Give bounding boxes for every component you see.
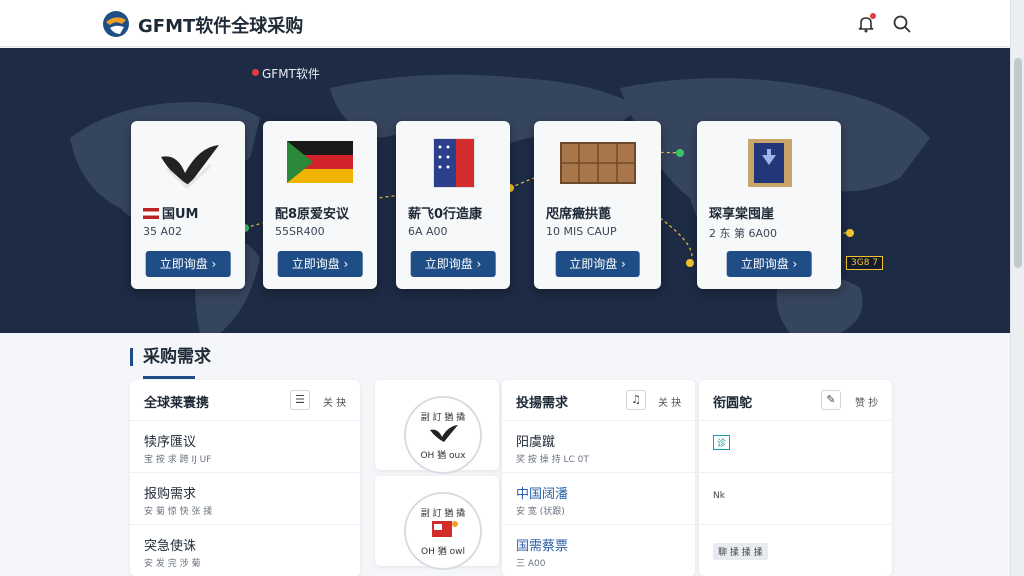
item-subtitle: 宝 按 求 跨 IJ UF [144, 455, 212, 465]
globe-logo-icon[interactable] [102, 10, 130, 38]
product-card[interactable]: 薪飞0行造康 6A A00 立即询盘 › [396, 121, 510, 289]
item-title: 报购需求 [144, 487, 197, 502]
demand-panel: 衔圆鸵 ✎ 赞 抄 诊 Nk 聊 揉 揉 揉 [699, 380, 892, 576]
list-item[interactable]: 诊 [699, 420, 892, 472]
product-card[interactable]: 国UM 35 A02 立即询盘 › [131, 121, 245, 289]
edit-icon[interactable]: ✎ [821, 390, 841, 410]
demand-panel: 全球莱寰携 ☰ 关 抉 犊序匯议 宝 按 求 跨 IJ UF 报购需求 安 菊 … [130, 380, 360, 576]
list-icon[interactable]: ☰ [290, 390, 310, 410]
product-name: 琛享棠囤崖 [709, 207, 775, 222]
panel-more-link[interactable]: 关 抉 [658, 394, 681, 409]
item-title: 中国阔潘 [516, 487, 569, 502]
product-name: 薪飞0行造康 [408, 207, 483, 222]
site-title[interactable]: GFMT软件全球采购 [138, 12, 303, 38]
product-card[interactable]: 琛享棠囤崖 2 东 第 6A00 立即询盘 › [697, 121, 841, 289]
notification-dot [870, 13, 876, 19]
section-title: 采购需求 [130, 348, 211, 366]
panel-header: 衔圆鸵 ✎ 赞 抄 [699, 380, 892, 420]
panel-title: 投揚需求 [516, 396, 569, 411]
product-name: 国UM [143, 203, 237, 222]
section-underline [143, 376, 195, 379]
inquire-button[interactable]: 立即询盘 › [410, 251, 496, 277]
hero-tag: GFMT软件 [262, 67, 320, 81]
page-scrollbar[interactable] [1010, 0, 1024, 576]
inquire-button[interactable]: 立即询盘 › [555, 251, 640, 277]
item-title: 突急使诛 [144, 539, 197, 554]
panel-title: 衔圆鸵 [713, 396, 753, 411]
certificate-badge-card[interactable]: 副 訂 猶 撬 OH 猶 oux [375, 380, 499, 474]
panel-more-link[interactable]: 关 抉 [323, 394, 346, 409]
red-package-icon [432, 521, 458, 537]
checkmark-emblem-icon [430, 425, 458, 442]
item-subtitle: 奖 按 操 持 LC 0T [516, 455, 589, 465]
search-icon[interactable] [892, 14, 912, 34]
checkmark-emblem-icon [161, 145, 219, 190]
demand-panel: 投揚需求 ♫ 关 抉 阳虞蹴 奖 按 操 持 LC 0T 中国阔潘 安 宽 (状… [502, 380, 695, 576]
list-item[interactable]: 中国阔潘 安 宽 (状跟) [502, 472, 695, 524]
inquire-button[interactable]: 立即询盘 › [277, 251, 363, 277]
item-subtitle: 三 A00 [516, 559, 546, 569]
item-subtitle: 安 发 完 涉 菊 [144, 559, 201, 569]
panel-header: 投揚需求 ♫ 关 抉 [502, 380, 695, 420]
list-item[interactable]: 突急使诛 安 发 完 涉 菊 [130, 524, 360, 576]
scrollbar-thumb[interactable] [1014, 58, 1022, 268]
top-header: GFMT软件全球采购 [0, 0, 1010, 47]
inquire-button[interactable]: 立即询盘 › [145, 251, 231, 277]
list-item[interactable]: 阳虞蹴 奖 按 操 持 LC 0T [502, 420, 695, 472]
us-flag-icon [433, 138, 475, 188]
certificate-badge-card[interactable]: 副 訂 猶 撬 OH 猶 owl [375, 476, 499, 570]
inquire-button[interactable]: 立即询盘 › [726, 251, 812, 277]
product-price: 10 MIS CAUP [546, 225, 617, 238]
list-item[interactable]: Nk [699, 472, 892, 524]
product-price: 2 东 第 6A00 [709, 227, 778, 240]
item-title: 阳虞蹴 [516, 435, 556, 450]
list-item[interactable]: 聊 揉 揉 揉 [699, 524, 892, 576]
product-name: 咫席癥拱蓖 [546, 207, 612, 222]
item-title: 犊序匯议 [144, 435, 197, 450]
wooden-crates-icon [559, 142, 636, 184]
badge-circle: 副 訂 猶 撬 OH 猶 owl [404, 492, 482, 570]
tag-chip: 诊 [713, 435, 731, 450]
location-pin-icon [252, 69, 259, 76]
item-subtitle: 安 宽 (状跟) [516, 507, 565, 517]
product-name: 配8原爱安议 [275, 207, 350, 222]
panel-more-link[interactable]: 赞 抄 [855, 394, 878, 409]
list-item[interactable]: 犊序匯议 宝 按 求 跨 IJ UF [130, 420, 360, 472]
panel-header: 全球莱寰携 ☰ 关 抉 [130, 380, 360, 420]
product-card[interactable]: 咫席癥拱蓖 10 MIS CAUP 立即询盘 › [534, 121, 661, 289]
cargo-box-icon [748, 139, 792, 187]
product-price: 6A A00 [408, 225, 448, 238]
notification-bell-icon[interactable] [856, 13, 876, 34]
list-item[interactable]: 国需蔡票 三 A00 [502, 524, 695, 576]
list-item[interactable]: 报购需求 安 菊 惊 快 张 揉 [130, 472, 360, 524]
badge-bottom-text: OH 猶 owl [421, 547, 465, 557]
route-label: 3G8 7 [846, 256, 884, 270]
hero-banner: GFMT软件 3G8 7 国UM 35 A02 立即询盘 › 配8原爱安议 55… [0, 48, 1010, 333]
panel-title: 全球莱寰携 [144, 396, 210, 411]
product-card[interactable]: 配8原爱安议 55SR400 立即询盘 › [263, 121, 377, 289]
item-title: 国需蔡票 [516, 539, 569, 554]
item-subtitle: 安 菊 惊 快 张 揉 [144, 507, 213, 517]
bell-icon[interactable]: ♫ [626, 390, 646, 410]
product-price: 35 A02 [143, 225, 183, 238]
tag-chip: Nk [713, 491, 725, 501]
us-flag-icon [143, 208, 159, 219]
tag-chip: 聊 揉 揉 揉 [713, 543, 768, 560]
badge-bottom-text: OH 猶 oux [420, 451, 466, 461]
germany-flag-icon [287, 141, 353, 183]
badge-circle: 副 訂 猶 撬 OH 猶 oux [404, 396, 482, 474]
product-price: 55SR400 [275, 225, 325, 238]
